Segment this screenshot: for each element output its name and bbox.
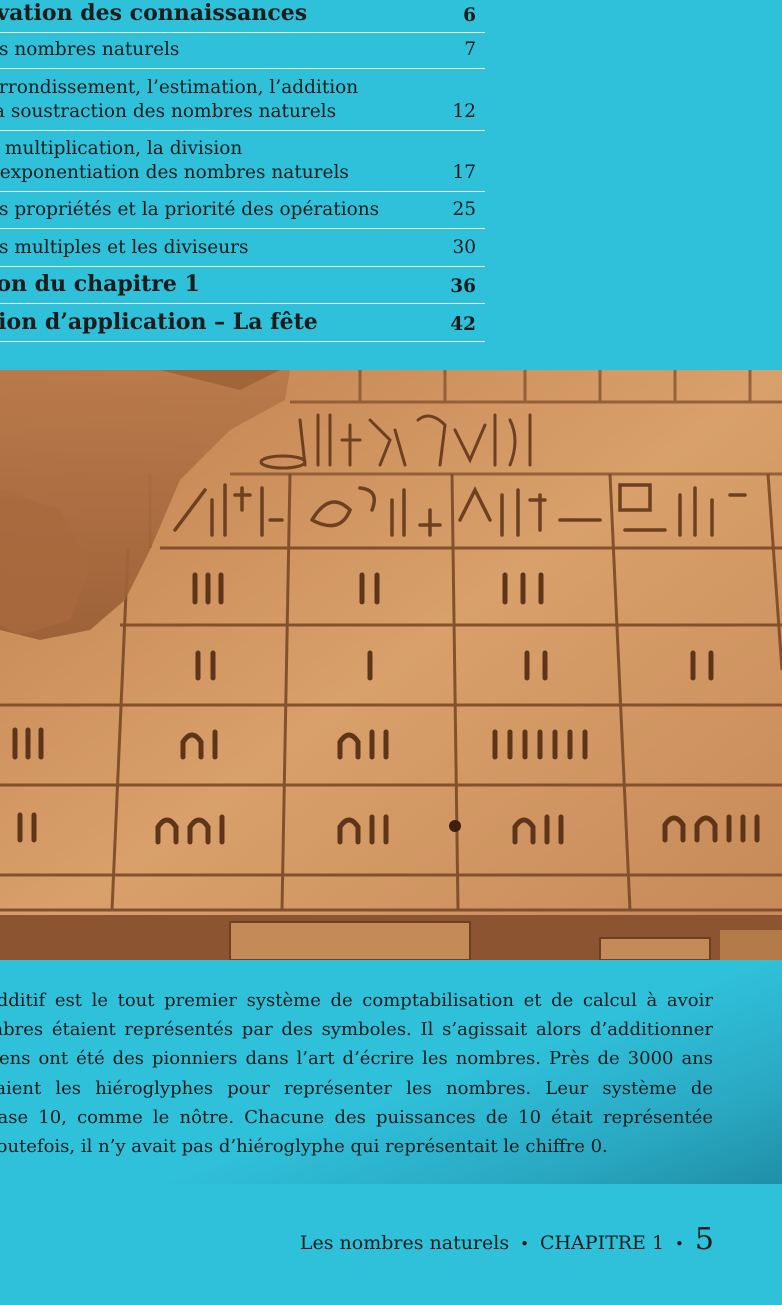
hieroglyph-relief-photo — [0, 370, 782, 960]
toc-entry[interactable]: ivation des connaissances 6 — [0, 0, 485, 33]
toc-entry[interactable]: es propriétés et la priorité des opérati… — [0, 192, 485, 229]
toc-page-number: 17 — [452, 162, 476, 183]
toc-page-number: 12 — [452, 101, 476, 122]
intro-paragraph-block: additif est le tout premier système de c… — [0, 960, 782, 1184]
paragraph-line: additif est le tout premier système de c… — [0, 990, 713, 1011]
toc-title: a multiplication, la division l’exponent… — [0, 138, 349, 183]
toc-page-number: 30 — [452, 237, 476, 258]
toc-page-number: 6 — [463, 5, 476, 26]
toc-page-number: 7 — [464, 39, 476, 60]
paragraph-line: saient les hiéroglyphes pour représenter… — [0, 1077, 713, 1099]
paragraph-line: mbres étaient représentés par des symbol… — [0, 1019, 713, 1041]
toc-entry[interactable]: es multiples et les diviseurs 30 — [0, 229, 485, 267]
footer-separator: • — [520, 1235, 529, 1253]
toc-entry[interactable]: a multiplication, la division l’exponent… — [0, 131, 485, 192]
footer-separator: • — [675, 1235, 684, 1253]
footer-chapter: CHAPITRE 1 — [539, 1232, 665, 1254]
footer-section-title: Les nombres naturels — [299, 1232, 510, 1254]
toc-entry[interactable]: es nombres naturels 7 — [0, 32, 485, 69]
hieroglyph-relief-illustration — [0, 370, 782, 960]
paragraph-line: base 10, comme le nôtre. Chacune des pui… — [0, 1106, 713, 1128]
toc-entry[interactable]: tion d’application – La fête 42 — [0, 304, 485, 342]
paragraph-line: tiens ont été des pionniers dans l’art d… — [0, 1048, 713, 1070]
paragraph-line: Toutefois, il n’y avait pas d’hiéroglyph… — [0, 1136, 608, 1158]
page-footer: Les nombres naturels • CHAPITRE 1 • 5 — [300, 1222, 714, 1258]
toc-page-number: 25 — [452, 199, 476, 220]
toc-title: es propriétés et la priorité des opérati… — [0, 199, 380, 220]
toc-title: ion du chapitre 1 — [0, 271, 200, 297]
toc-title: es multiples et les diviseurs — [0, 237, 249, 258]
toc-title: es nombres naturels — [0, 39, 180, 60]
toc-entry[interactable]: ion du chapitre 1 36 — [0, 267, 485, 304]
toc-page-number: 42 — [450, 314, 476, 335]
toc-title: tion d’application – La fête — [0, 309, 318, 335]
intro-paragraph: additif est le tout premier système de c… — [0, 986, 713, 1161]
page-number: 5 — [694, 1222, 714, 1257]
toc-title: arrondissement, l’estimation, l’addition… — [0, 77, 359, 122]
toc-entry[interactable]: arrondissement, l’estimation, l’addition… — [0, 69, 485, 131]
toc-title: ivation des connaissances — [0, 0, 308, 26]
toc-page-number: 36 — [450, 276, 476, 297]
